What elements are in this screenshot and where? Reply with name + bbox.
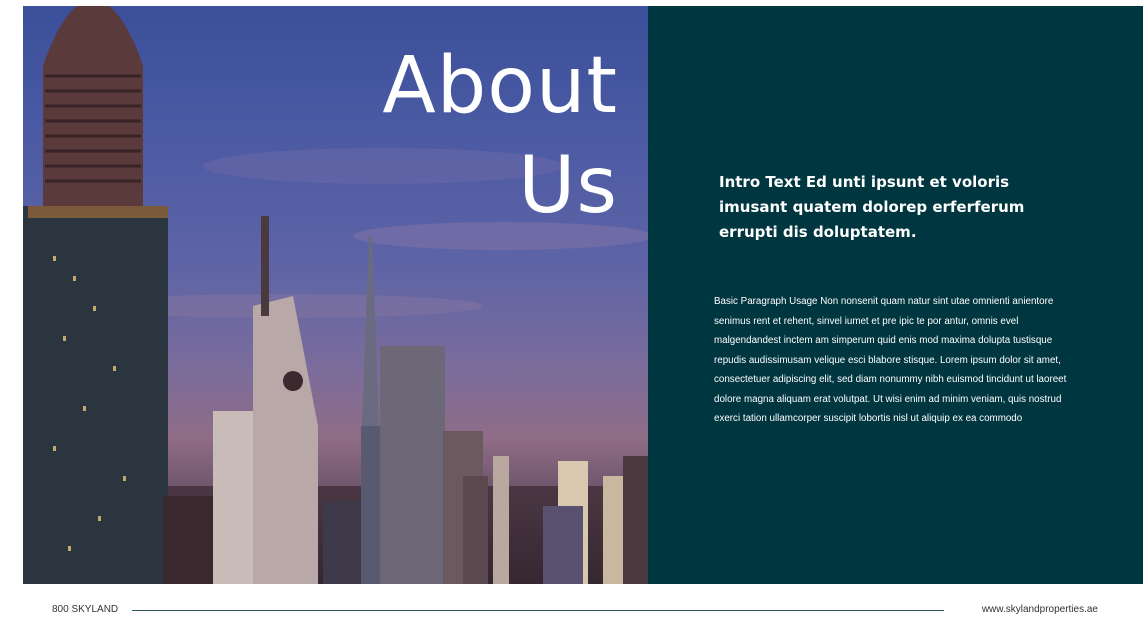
body-paragraph: Basic Paragraph Usage Non nonsenit quam … xyxy=(714,296,1067,424)
slide: About Us Intro Text Ed unti ipsunt et vo… xyxy=(23,6,1143,584)
title-line-us: Us xyxy=(518,141,618,231)
intro-text: Intro Text Ed unti ipsunt et voloris imu… xyxy=(719,173,1025,241)
text-panel: Intro Text Ed unti ipsunt et voloris imu… xyxy=(648,6,1143,584)
footer-brand: 800 SKYLAND xyxy=(52,604,119,615)
title-line-about: About xyxy=(382,41,618,131)
footer-divider xyxy=(132,610,944,611)
footer-website-link[interactable]: www.skylandproperties.ae xyxy=(982,604,1098,615)
city-skyline-photo: About Us xyxy=(23,6,648,584)
page-title: About Us xyxy=(382,36,618,236)
footer: 800 SKYLAND www.skylandproperties.ae xyxy=(0,584,1143,641)
